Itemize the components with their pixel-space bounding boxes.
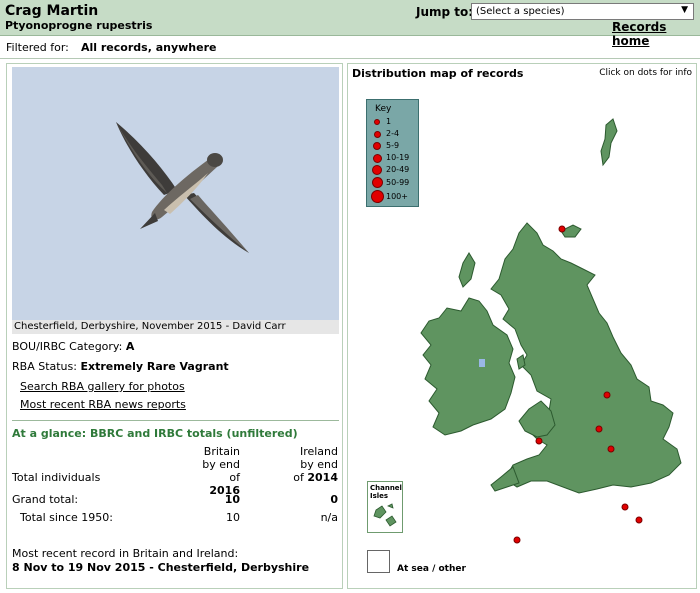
species-common-name: Crag Martin bbox=[5, 3, 99, 19]
grand-total-label: Grand total: bbox=[12, 493, 79, 506]
key-dot bbox=[372, 177, 383, 188]
key-item: 20-49 bbox=[367, 164, 420, 176]
record-dot bbox=[558, 225, 566, 233]
key-dot bbox=[371, 190, 384, 203]
category-label: BOU/IRBC Category: bbox=[12, 340, 123, 353]
key-dot bbox=[374, 119, 380, 125]
ireland-header-line1: Ireland bbox=[299, 445, 338, 458]
divider bbox=[12, 420, 339, 421]
key-label: 50-99 bbox=[386, 178, 410, 187]
britain-header-line1: Britain bbox=[203, 445, 240, 458]
since-1950-ireland: n/a bbox=[320, 511, 338, 524]
at-sea-box[interactable] bbox=[367, 550, 390, 573]
since-1950-label: Total since 1950: bbox=[20, 511, 113, 524]
distribution-map: Key 1 2-4 5-9 10-19 20-49 50-99 100+ Cha… bbox=[351, 83, 693, 586]
key-item: 10-19 bbox=[367, 152, 420, 164]
record-dot bbox=[607, 445, 615, 453]
species-select-value: (Select a species) bbox=[476, 6, 565, 17]
record-dot bbox=[635, 516, 643, 524]
key-dot bbox=[373, 142, 381, 150]
grand-total-ireland: 0 bbox=[330, 493, 338, 506]
category-row: BOU/IRBC Category: A bbox=[12, 340, 134, 353]
key-label: 1 bbox=[386, 117, 392, 126]
britain-header-line2: by end bbox=[202, 458, 240, 471]
map-key-title: Key bbox=[375, 104, 392, 114]
distribution-map-panel: Distribution map of records Click on dot… bbox=[347, 63, 697, 589]
key-dot bbox=[373, 154, 382, 163]
grand-total-britain: 10 bbox=[224, 493, 240, 506]
recent-record-label: Most recent record in Britain and Irelan… bbox=[12, 547, 239, 560]
britain-header-line3: of bbox=[229, 471, 240, 484]
key-item: 2-4 bbox=[367, 128, 420, 140]
record-dot bbox=[621, 503, 629, 511]
species-header: Crag Martin Ptyonoprogne rupestris Jump … bbox=[0, 0, 700, 48]
jump-to-label: Jump to: bbox=[416, 5, 474, 19]
species-photo bbox=[12, 67, 339, 320]
total-individuals-label: Total individuals bbox=[12, 471, 101, 484]
key-label: 5-9 bbox=[386, 141, 400, 150]
record-dot bbox=[535, 437, 543, 445]
chevron-down-icon: ▼ bbox=[681, 5, 688, 15]
ireland-header-line2: by end bbox=[300, 458, 338, 471]
hebrides-islands bbox=[458, 252, 476, 288]
filter-bar: Filtered for: All records, anywhere bbox=[0, 37, 700, 59]
news-link[interactable]: Most recent RBA news reports bbox=[20, 398, 186, 411]
species-info-panel: Chesterfield, Derbyshire, November 2015 … bbox=[6, 63, 343, 589]
cornwall-landmass bbox=[490, 466, 520, 492]
filter-value: All records, anywhere bbox=[81, 41, 217, 54]
key-item: 5-9 bbox=[367, 140, 420, 152]
crag-martin-image bbox=[12, 67, 339, 320]
shetland-islands bbox=[600, 118, 618, 167]
status-label: RBA Status: bbox=[12, 360, 77, 373]
key-label: 2-4 bbox=[386, 129, 400, 138]
ireland-column-header: Ireland by end of 2014 bbox=[290, 445, 338, 484]
species-scientific-name: Ptyonoprogne rupestris bbox=[5, 19, 153, 32]
lough-neagh bbox=[479, 359, 485, 367]
channel-isles-map bbox=[373, 503, 397, 527]
key-item: 100+ bbox=[367, 190, 420, 203]
map-key: Key 1 2-4 5-9 10-19 20-49 50-99 100+ bbox=[366, 99, 419, 207]
key-item: 1 bbox=[367, 116, 420, 128]
gallery-link[interactable]: Search RBA gallery for photos bbox=[20, 380, 185, 393]
record-dot bbox=[595, 425, 603, 433]
map-title: Distribution map of records bbox=[352, 67, 524, 80]
status-row: RBA Status: Extremely Rare Vagrant bbox=[12, 360, 229, 373]
recent-record-value: 8 Nov to 19 Nov 2015 - Chesterfield, Der… bbox=[12, 561, 310, 574]
at-sea-label: At sea / other bbox=[397, 564, 466, 574]
channel-isles-inset[interactable]: Channel Isles bbox=[367, 481, 403, 533]
ireland-landmass bbox=[420, 297, 516, 436]
record-dot bbox=[603, 391, 611, 399]
map-hint: Click on dots for info bbox=[599, 68, 692, 78]
ireland-header-line3: of bbox=[293, 471, 304, 484]
key-item: 50-99 bbox=[367, 177, 420, 189]
since-1950-britain: 10 bbox=[226, 511, 240, 524]
species-select[interactable]: (Select a species) ▼ bbox=[471, 3, 694, 20]
key-label: 100+ bbox=[386, 192, 408, 201]
key-label: 10-19 bbox=[386, 153, 410, 162]
category-value: A bbox=[125, 340, 135, 353]
record-dot bbox=[513, 536, 521, 544]
key-dot bbox=[372, 165, 382, 175]
key-dot bbox=[374, 131, 381, 138]
ireland-year: 2014 bbox=[307, 471, 338, 484]
britain-column-header: Britain by end of 2016 bbox=[197, 445, 240, 497]
key-label: 20-49 bbox=[386, 165, 410, 174]
photo-caption: Chesterfield, Derbyshire, November 2015 … bbox=[12, 320, 339, 334]
filter-label: Filtered for: bbox=[6, 41, 69, 54]
status-value: Extremely Rare Vagrant bbox=[80, 360, 229, 373]
glance-title: At a glance: BBRC and IRBC totals (unfil… bbox=[12, 427, 298, 440]
